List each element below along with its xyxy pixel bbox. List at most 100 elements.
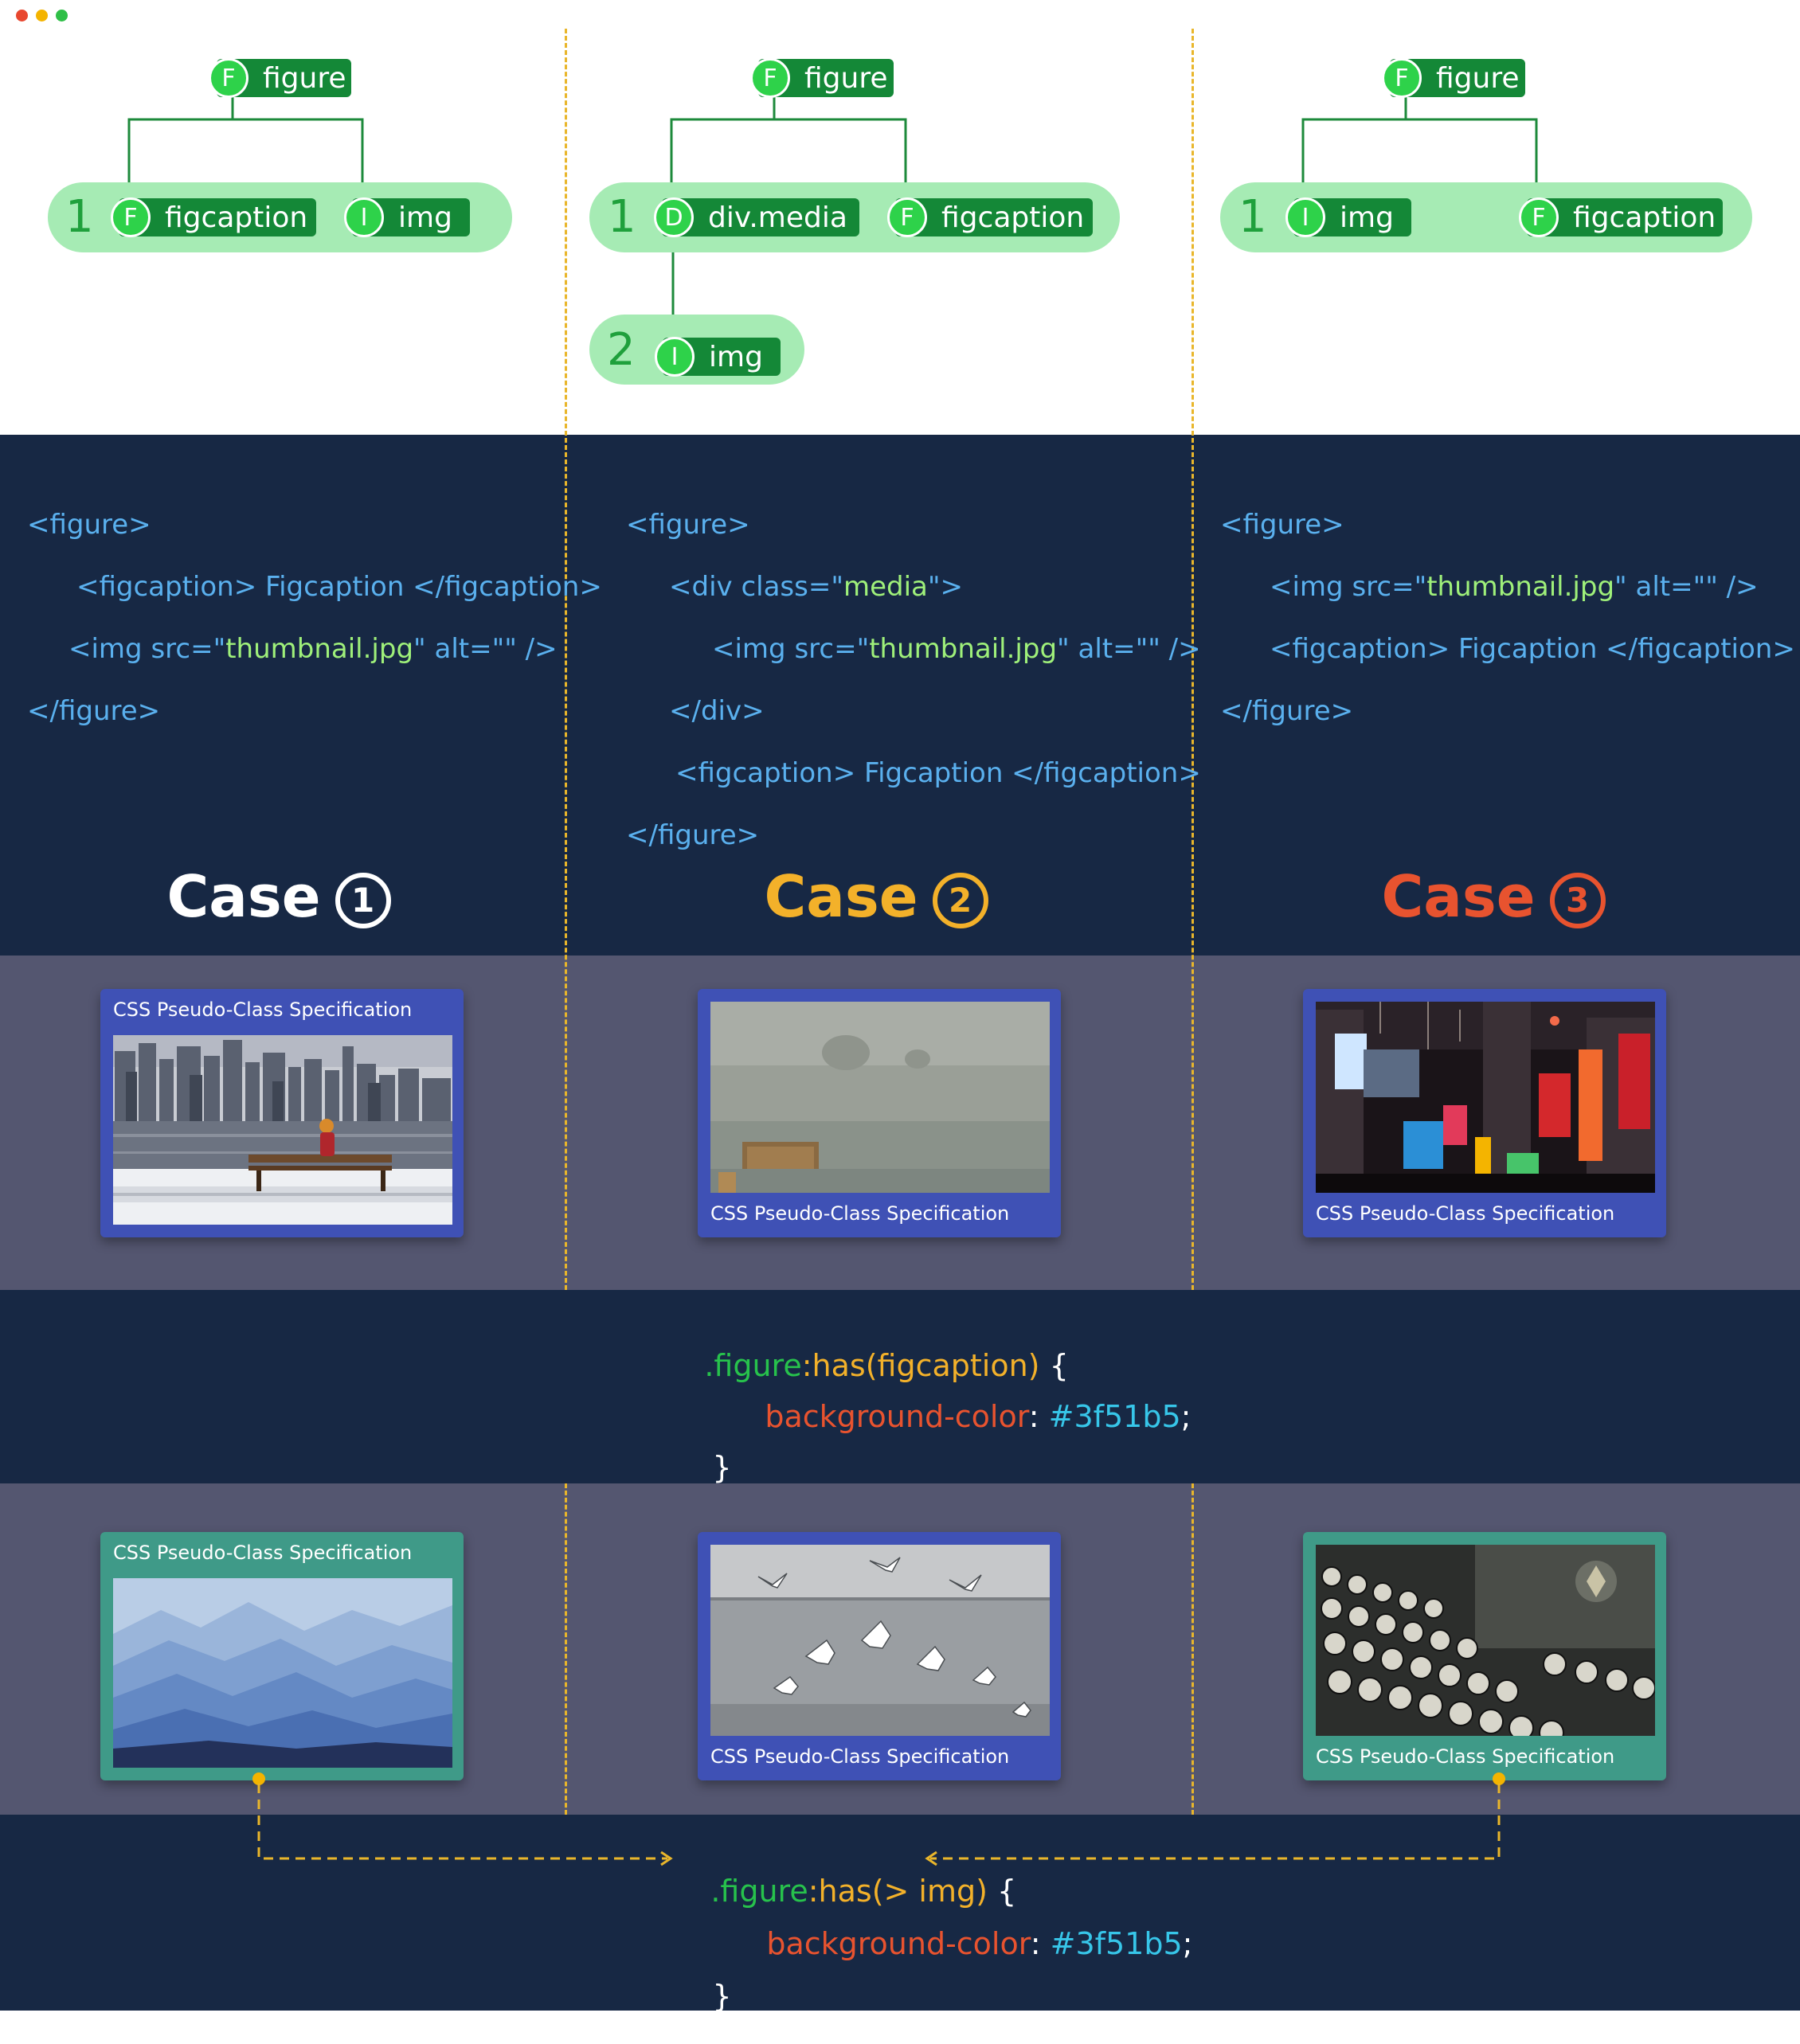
figure-caption: CSS Pseudo-Class Specification (1316, 1202, 1615, 1225)
tree-level-number: 2 (607, 324, 636, 376)
tree-level-number: 1 (65, 191, 94, 243)
code-token: " alt="" /> (1057, 633, 1201, 665)
node-label: img (1340, 201, 1394, 234)
figure-badge-icon: F (750, 58, 790, 98)
tree-node-div-media: D div.media (654, 197, 859, 237)
code-line: <img src="thumbnail.jpg" alt="" /> (712, 635, 1201, 662)
code-token: " alt="" /> (1614, 571, 1759, 603)
img-badge-icon: I (1285, 197, 1325, 237)
css-brace: } (712, 1450, 732, 1485)
foggy-shore-photo (710, 1002, 1050, 1193)
div-badge-icon: D (654, 197, 694, 237)
node-label: figure (1436, 61, 1520, 95)
tree-node-img: I img (1285, 197, 1411, 237)
code-token: <div class=" (669, 571, 843, 603)
css-semicolon: ; (1180, 1399, 1192, 1434)
css-semicolon: ; (1182, 1926, 1193, 1961)
tree-node-figcaption: F figcaption (1519, 197, 1723, 237)
tree-node-figcaption: F figcaption (111, 197, 316, 237)
column-separator (565, 1483, 567, 1815)
code-token: <img src=" (1270, 571, 1427, 603)
figure-card: CSS Pseudo-Class Specification (1303, 1532, 1666, 1780)
code-line: <img src="thumbnail.jpg" alt="" /> (68, 635, 558, 662)
figure-caption: CSS Pseudo-Class Specification (113, 1542, 413, 1564)
code-line: <img src="thumbnail.jpg" alt="" /> (1270, 573, 1759, 600)
figure-badge-icon: F (1382, 58, 1422, 98)
case-word: Case (166, 863, 321, 930)
node-label: figcaption (165, 201, 308, 234)
case-word: Case (764, 863, 918, 930)
node-label: figcaption (1573, 201, 1716, 234)
code-line: </div> (669, 695, 765, 727)
tree-node-figcaption: F figcaption (887, 197, 1093, 237)
tree-node-img: I img (344, 197, 470, 237)
misty-mountains-photo (113, 1578, 452, 1768)
code-line: <figure> (626, 509, 750, 541)
case-3-heading: Case 3 (1374, 868, 1613, 928)
node-label: div.media (708, 201, 847, 234)
seagulls-photo (710, 1545, 1050, 1736)
typewriter-keys-photo (1316, 1545, 1655, 1736)
css-colon: : (1028, 1399, 1039, 1434)
figcaption-badge-icon: F (111, 197, 151, 237)
img-badge-icon: I (344, 197, 384, 237)
code-line: <figcaption> Figcaption </figcaption> (675, 757, 1201, 789)
code-token: <img src=" (68, 633, 226, 665)
figcaption-badge-icon: F (887, 197, 927, 237)
css-brace: } (712, 1979, 732, 2014)
figure-card: CSS Pseudo-Class Specification (100, 1532, 464, 1780)
code-token: " alt="" /> (413, 633, 558, 665)
case-number-circle-icon: 1 (335, 873, 391, 928)
node-label: img (398, 201, 452, 234)
case-number-circle-icon: 2 (932, 873, 988, 928)
code-string: thumbnail.jpg (225, 633, 414, 665)
code-token: <img src=" (712, 633, 870, 665)
figure-card: CSS Pseudo-Class Specification (698, 1532, 1061, 1780)
css-value: #3f51b5 (1050, 1926, 1183, 1961)
img-badge-icon: I (655, 337, 695, 377)
css-rule-1-close: } (674, 1422, 732, 1513)
figure-badge-icon: F (209, 58, 248, 98)
code-line: <figcaption> Figcaption </figcaption> (1270, 633, 1795, 665)
css-rule-2-declaration: background-color: #3f51b5; (728, 1898, 1192, 1989)
node-label: figure (804, 61, 888, 95)
figure-caption: CSS Pseudo-Class Specification (113, 999, 413, 1021)
code-line: <figcaption> Figcaption </figcaption> (76, 571, 602, 603)
tree-node-figure: F figure (750, 58, 894, 98)
case-number-circle-icon: 3 (1549, 873, 1606, 928)
figure-caption: CSS Pseudo-Class Specification (710, 1745, 1010, 1768)
column-separator (1192, 1483, 1194, 1815)
code-line: </figure> (1220, 695, 1354, 727)
figure-card: CSS Pseudo-Class Specification (1303, 989, 1666, 1237)
case-1-heading: Case 1 (159, 868, 398, 928)
css-colon: : (1030, 1926, 1041, 1961)
code-string: thumbnail.jpg (1426, 571, 1615, 603)
tree-node-figure: F figure (209, 58, 351, 98)
code-line: </figure> (626, 819, 760, 851)
code-line: <figure> (1220, 509, 1344, 541)
tree-node-figure: F figure (1382, 58, 1525, 98)
css-rule-2-close: } (674, 1951, 732, 2042)
code-line: <div class="media"> (669, 573, 963, 600)
connector-dot (1493, 1772, 1505, 1785)
node-label: figure (263, 61, 346, 95)
neon-street-night-photo (1316, 1002, 1655, 1193)
figure-card: CSS Pseudo-Class Specification (100, 989, 464, 1237)
city-skyline-bench-photo (113, 1035, 452, 1225)
node-label: figcaption (941, 201, 1085, 234)
code-line: </figure> (27, 695, 161, 727)
css-value: #3f51b5 (1048, 1399, 1181, 1434)
case-word: Case (1381, 863, 1536, 930)
code-string: thumbnail.jpg (869, 633, 1058, 665)
connector-dot (252, 1772, 265, 1785)
figure-card: CSS Pseudo-Class Specification (698, 989, 1061, 1237)
figure-caption: CSS Pseudo-Class Specification (710, 1202, 1010, 1225)
diagram-window: F figure 1 F figcaption I img F figure 1… (0, 0, 1800, 2011)
code-string: media (843, 571, 928, 603)
tree-level-number: 1 (1238, 191, 1267, 243)
figure-caption: CSS Pseudo-Class Specification (1316, 1745, 1615, 1768)
code-token: "> (927, 571, 964, 603)
css-property: background-color (765, 1399, 1029, 1434)
tree-level-number: 1 (608, 191, 636, 243)
tree-node-img: I img (655, 337, 781, 377)
